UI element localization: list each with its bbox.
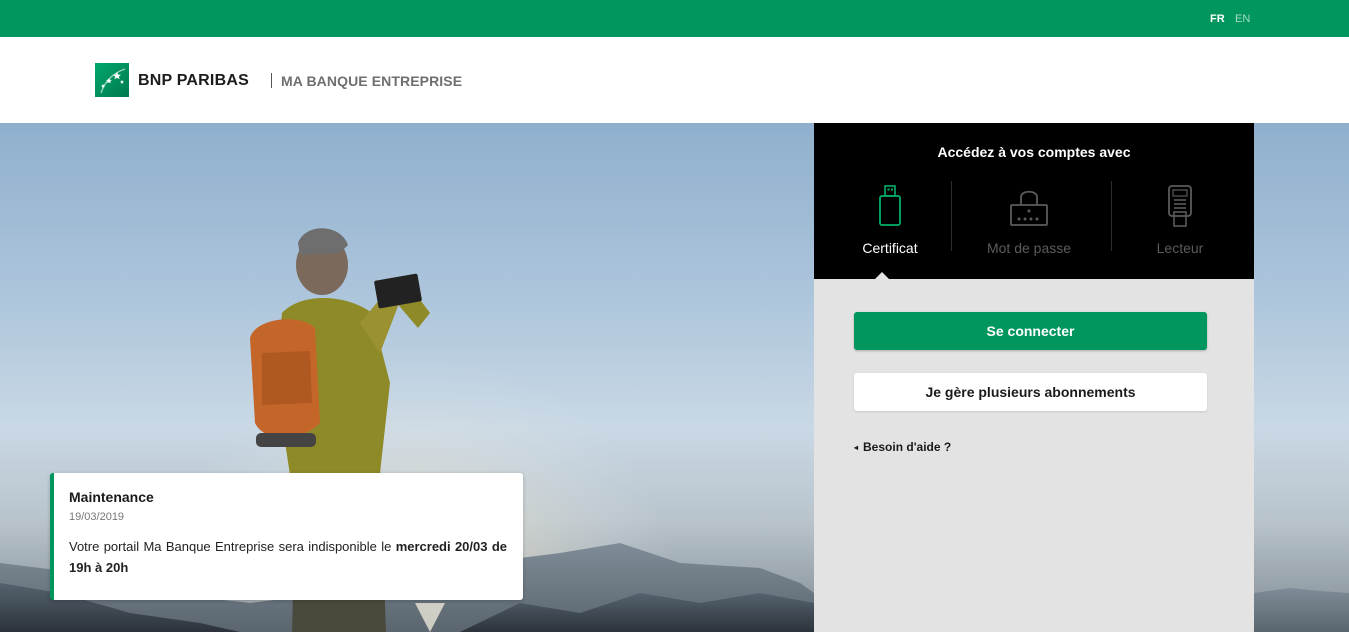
padlock-icon — [1009, 185, 1049, 232]
tab-certificat[interactable]: Certificat — [842, 181, 938, 261]
tab-lecteur-label: Lecteur — [1156, 240, 1204, 256]
tab-divider — [1111, 181, 1112, 251]
usb-key-icon — [877, 185, 903, 232]
lang-en-link[interactable]: EN — [1235, 13, 1250, 25]
help-link[interactable]: ◂ Besoin d'aide ? — [854, 440, 951, 454]
auth-method-selector: Accédez à vos comptes avec Certificat Mo… — [814, 123, 1254, 280]
lang-fr-link[interactable]: FR — [1210, 13, 1225, 25]
brand-divider — [271, 73, 272, 88]
tab-mot-de-passe[interactable]: Mot de passe — [964, 181, 1094, 261]
header: BNP PARIBAS MA BANQUE ENTREPRISE — [0, 37, 1349, 123]
notice-text: Votre portail Ma Banque Entreprise sera … — [69, 536, 507, 578]
bnp-stars-logo-icon[interactable] — [95, 63, 129, 97]
tab-certificat-label: Certificat — [862, 240, 918, 256]
arrow-left-icon: ◂ — [854, 443, 859, 453]
tab-mot-de-passe-label: Mot de passe — [986, 240, 1072, 256]
connect-button[interactable]: Se connecter — [854, 312, 1207, 350]
login-panel: Accédez à vos comptes avec Certificat Mo… — [814, 123, 1254, 632]
card-reader-icon — [1167, 185, 1193, 232]
notice-text-plain: Votre portail Ma Banque Entreprise sera … — [69, 539, 396, 554]
brand-name: BNP PARIBAS — [138, 72, 249, 89]
notice-date: 19/03/2019 — [69, 511, 125, 523]
tab-lecteur[interactable]: Lecteur — [1132, 181, 1228, 261]
active-tab-caret — [874, 272, 890, 280]
manage-subscriptions-button[interactable]: Je gère plusieurs abonnements — [854, 373, 1207, 411]
tab-divider — [951, 181, 952, 251]
help-link-label: Besoin d'aide ? — [863, 440, 952, 454]
product-name: MA BANQUE ENTREPRISE — [281, 73, 463, 89]
maintenance-notice-card: Maintenance 19/03/2019 Votre portail Ma … — [50, 473, 523, 600]
top-bar: FR EN — [0, 0, 1349, 37]
notice-title: Maintenance — [69, 489, 154, 505]
login-panel-title: Accédez à vos comptes avec — [937, 144, 1131, 160]
